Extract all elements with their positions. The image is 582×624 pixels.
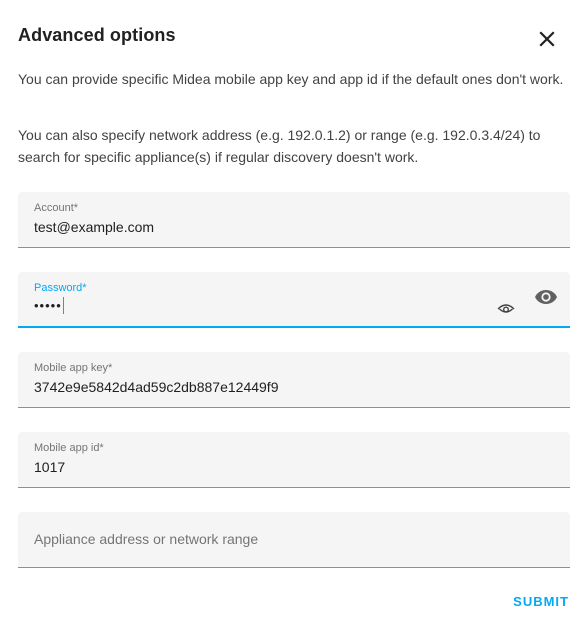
account-label: Account* xyxy=(34,202,79,214)
mobile-app-key-label: Mobile app key* xyxy=(34,362,113,374)
mobile-app-key-field[interactable]: Mobile app key* 3742e9e5842d4ad59c2db887… xyxy=(18,352,570,408)
mobile-app-id-label: Mobile app id* xyxy=(34,442,104,454)
password-value: ••••• xyxy=(34,298,62,313)
description-app-key: You can provide specific Midea mobile ap… xyxy=(18,71,564,87)
close-icon xyxy=(539,31,555,47)
password-field[interactable]: Password* ••••• xyxy=(18,272,570,328)
appliance-address-placeholder[interactable]: Appliance address or network range xyxy=(34,531,258,547)
account-field[interactable]: Account* test@example.com xyxy=(18,192,570,248)
close-button[interactable] xyxy=(536,28,558,50)
mobile-app-id-value[interactable]: 1017 xyxy=(34,459,65,475)
appliance-address-field[interactable]: Appliance address or network range xyxy=(18,512,570,568)
mobile-app-id-field[interactable]: Mobile app id* 1017 xyxy=(18,432,570,488)
description-network: You can also specify network address (e.… xyxy=(18,127,541,165)
advanced-options-dialog: Advanced options You can provide specifi… xyxy=(0,0,582,624)
account-value[interactable]: test@example.com xyxy=(34,219,154,235)
text-caret xyxy=(62,297,64,315)
eye-icon xyxy=(535,290,557,304)
password-label: Password* xyxy=(34,282,87,294)
mobile-app-key-value[interactable]: 3742e9e5842d4ad59c2db887e12449f9 xyxy=(34,379,278,395)
dialog-title: Advanced options xyxy=(18,25,176,45)
toggle-password-visibility[interactable] xyxy=(533,286,559,308)
eye-outline-icon[interactable] xyxy=(496,300,516,316)
submit-button[interactable]: SUBMIT xyxy=(513,594,569,609)
password-input[interactable]: ••••• xyxy=(34,297,64,315)
dialog-header: Advanced options xyxy=(18,24,568,52)
